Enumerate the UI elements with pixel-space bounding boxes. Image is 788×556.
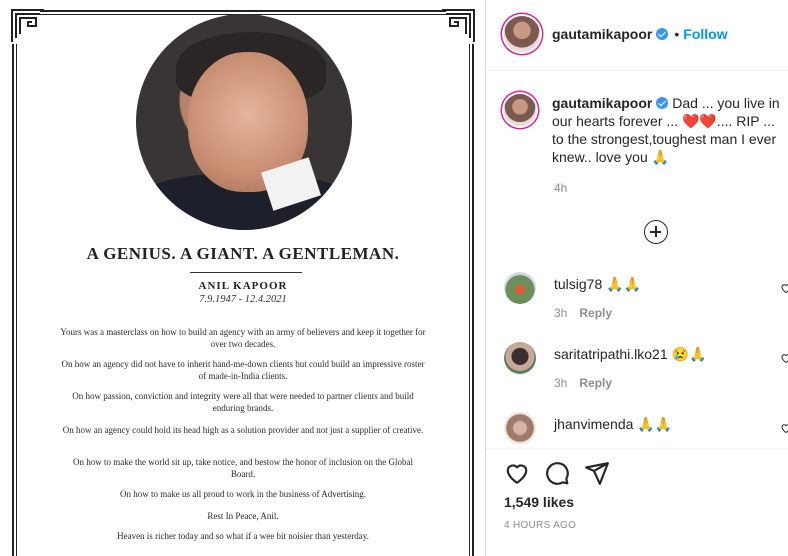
corner-ornament-right-icon <box>442 9 475 42</box>
comment-text: 😢🙏 <box>671 346 707 362</box>
commenter-username[interactable]: jhanvimenda <box>554 416 633 432</box>
obituary-dates: 7.9.1947 - 12.4.2021 <box>199 294 287 305</box>
heart-icon[interactable] <box>504 460 530 486</box>
follow-button[interactable]: Follow <box>683 26 727 42</box>
author-avatar[interactable] <box>504 16 540 52</box>
obituary-paragraph: On how to make the world sit up, take no… <box>73 457 413 479</box>
obituary-headline: A GENIUS. A GIANT. A GENTLEMAN. <box>86 244 400 263</box>
comment-content: saritatripathi.lko21 😢🙏 <box>554 346 706 363</box>
reply-button[interactable]: Reply <box>579 376 612 390</box>
caption-avatar[interactable] <box>504 94 536 126</box>
comment-icon[interactable] <box>544 460 570 486</box>
post-timestamp[interactable]: 4 HOURS AGO <box>504 520 576 531</box>
comment-like-heart-icon[interactable] <box>780 422 788 434</box>
headline-rule <box>190 272 302 273</box>
likes-count[interactable]: 1,549 likes <box>504 494 574 510</box>
post-image[interactable]: A GENIUS. A GIANT. A GENTLEMAN. ANIL KAP… <box>0 0 486 556</box>
post-header: gautamikapoor • Follow <box>552 26 728 42</box>
corner-ornament-left-icon <box>11 9 44 42</box>
comment-text: 🙏🙏 <box>606 276 642 292</box>
commenter-username[interactable]: tulsig78 <box>554 276 602 292</box>
comment-like-heart-icon[interactable] <box>780 352 788 364</box>
obituary-paragraph: On how passion, conviction and integrity… <box>72 391 414 413</box>
portrait-photo <box>136 14 352 230</box>
actions-divider <box>486 448 788 449</box>
comment-content: jhanvimenda 🙏🙏 <box>554 416 672 433</box>
author-username[interactable]: gautamikapoor <box>552 26 652 42</box>
header-divider <box>486 70 788 71</box>
commenter-avatar[interactable] <box>504 412 536 444</box>
obituary-paragraph: On how an agency could hold its head hig… <box>62 425 424 435</box>
commenter-avatar[interactable] <box>504 342 536 374</box>
commenter-avatar[interactable] <box>504 272 536 304</box>
commenter-username[interactable]: saritatripathi.lko21 <box>554 346 668 362</box>
verified-icon <box>656 28 669 40</box>
post-side-panel: gautamikapoor • Follow gautamikapoor Dad .… <box>486 0 788 556</box>
comment-meta: 3h Reply <box>554 376 612 390</box>
add-comment-icon[interactable] <box>644 220 668 244</box>
post-caption: gautamikapoor Dad ... you live in our he… <box>552 94 784 166</box>
comment-meta: 3h Reply <box>554 306 612 320</box>
share-icon[interactable] <box>584 460 610 486</box>
verified-icon <box>656 97 669 109</box>
obituary-paragraph: Heaven is richer today and so what if a … <box>117 531 369 541</box>
caption-time[interactable]: 4h <box>554 181 567 195</box>
caption-username[interactable]: gautamikapoor <box>552 95 652 111</box>
comment-time[interactable]: 3h <box>554 306 567 320</box>
comment-content: tulsig78 🙏🙏 <box>554 276 641 293</box>
reply-button[interactable]: Reply <box>579 306 612 320</box>
obituary-paragraph: On how an agency did not have to inherit… <box>61 359 425 381</box>
frame-line-top <box>40 10 446 12</box>
header-separator: • <box>674 26 680 42</box>
obituary-paragraph: Yours was a masterclass on how to build … <box>60 327 426 349</box>
obituary-paragraph: Rest In Peace, Anil. <box>207 511 279 521</box>
comment-text: 🙏🙏 <box>637 416 673 432</box>
obituary-name: ANIL KAPOOR <box>198 280 288 292</box>
comment-time[interactable]: 3h <box>554 376 567 390</box>
comment-like-heart-icon[interactable] <box>780 282 788 294</box>
obituary-paragraph: On how to make us all proud to work in t… <box>120 489 366 499</box>
